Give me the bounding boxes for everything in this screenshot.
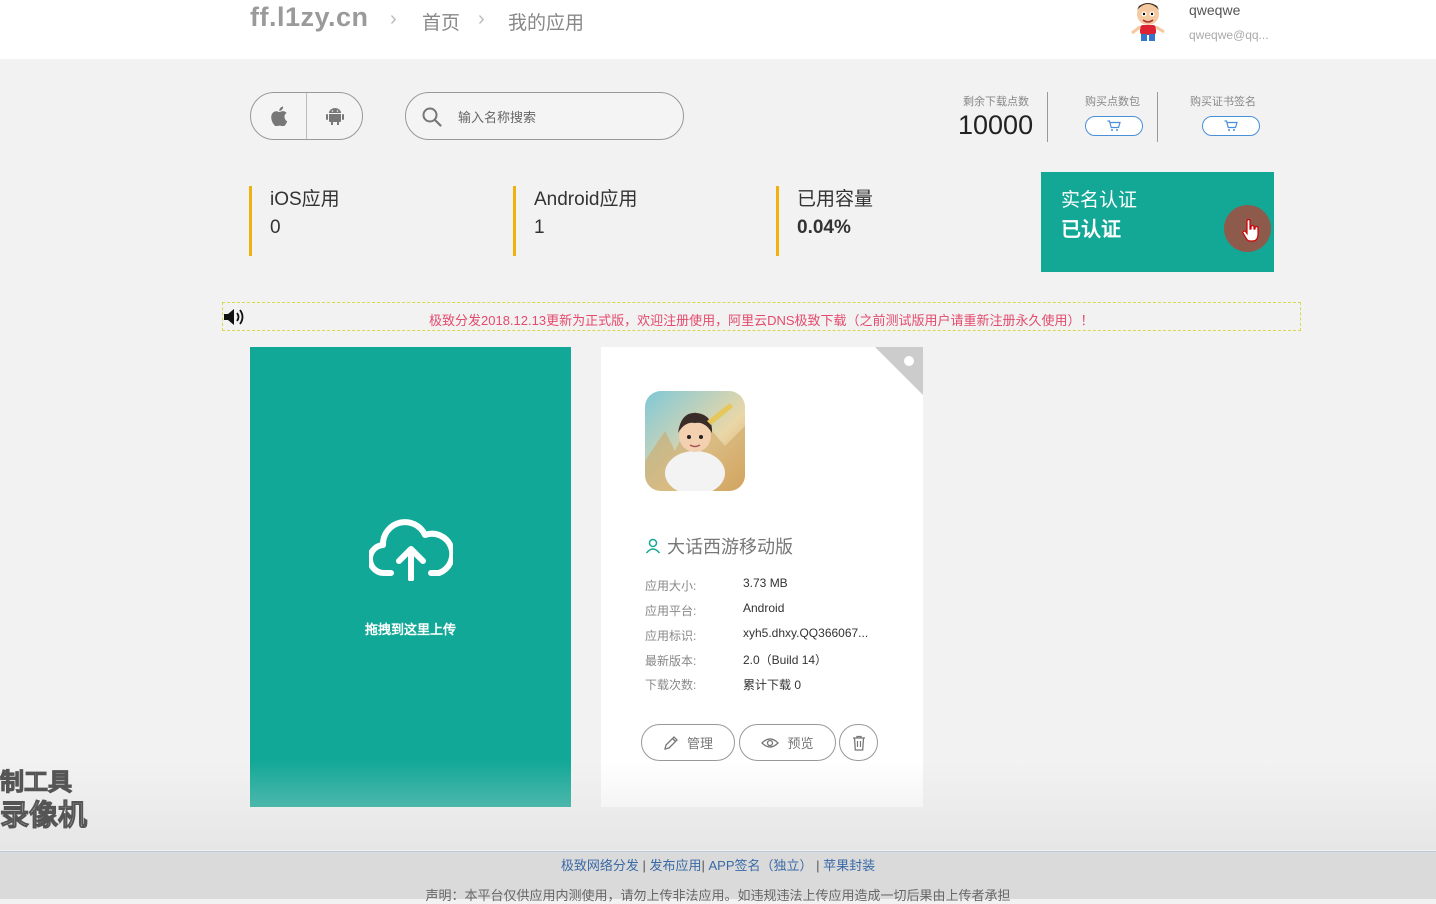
cloud-upload-icon	[369, 519, 453, 581]
preview-label: 预览	[787, 736, 814, 751]
footer-link-distribution[interactable]: 极致网络分发	[561, 858, 639, 873]
android-app-count: Android应用 1	[513, 186, 743, 256]
ios-app-label: iOS应用	[270, 189, 340, 210]
footer-link-publish[interactable]: 发布应用	[649, 858, 701, 873]
android-icon	[325, 108, 344, 125]
info-value-version: 2.0（Build 14）	[743, 653, 828, 667]
verification-card[interactable]: 实名认证 已认证	[1041, 172, 1274, 272]
pencil-icon	[664, 735, 678, 750]
avatar[interactable]	[1126, 0, 1170, 44]
chevron-right-icon: ›	[390, 8, 397, 30]
trash-icon	[852, 735, 865, 751]
top-bar: ff.l1zy.cn › 首页 › 我的应用 qweqwe qweqwe@qq.…	[0, 0, 1436, 59]
user-outline-icon	[645, 538, 661, 554]
app-icon[interactable]	[645, 391, 745, 491]
footer-separator: |	[701, 858, 705, 873]
footer-links: 极致网络分发 | 发布应用| APP签名（独立） | 苹果封装	[0, 855, 1436, 874]
footer-disclaimer: 声明：本平台仅供应用内测使用，请勿上传非法应用。如违规违法上传应用造成一切后果由…	[425, 888, 1011, 903]
info-key-downloads: 下载次数:	[645, 678, 697, 692]
ios-filter-button[interactable]	[251, 93, 306, 139]
announcement-text: 极致分发2018.12.13更新为正式版，欢迎注册使用，阿里云DNS极致下载（之…	[429, 313, 1094, 328]
search-input[interactable]	[456, 105, 670, 129]
manage-label: 管理	[686, 736, 713, 751]
cursor-highlight	[1224, 205, 1271, 252]
verification-label: 实名认证	[1061, 190, 1138, 211]
footer-separator: |	[816, 858, 820, 873]
hand-cursor-icon	[1242, 219, 1259, 242]
chevron-right-icon: ›	[478, 8, 485, 30]
info-key-version: 最新版本:	[645, 654, 697, 668]
search-box	[405, 92, 684, 140]
user-name[interactable]: qweqwe	[1189, 2, 1240, 18]
info-value-downloads: 累计下载 0	[743, 678, 802, 692]
android-app-label: Android应用	[534, 189, 638, 210]
ios-app-count: iOS应用 0	[249, 186, 479, 256]
verification-status: 已认证	[1061, 219, 1121, 241]
upload-dropzone[interactable]: 拖拽到这里上传	[250, 347, 571, 807]
user-email: qweqwe@qq...	[1189, 28, 1269, 42]
upload-label: 拖拽到这里上传	[364, 622, 456, 637]
app-name[interactable]: 大话西游移动版	[645, 533, 793, 559]
preview-button[interactable]: 预览	[739, 724, 836, 761]
remaining-points-value: 10000	[958, 110, 1034, 140]
android-app-value: 1	[534, 217, 545, 238]
storage-label: 已用容量	[797, 189, 874, 210]
info-value-size: 3.73 MB	[743, 576, 788, 590]
footer-link-app-sign[interactable]: APP签名（独立）	[709, 858, 813, 873]
app-name-text: 大话西游移动版	[667, 537, 793, 557]
storage-usage: 已用容量 0.04%	[776, 186, 1006, 256]
android-filter-button[interactable]	[306, 93, 362, 139]
footer-link-apple-wrap[interactable]: 苹果封装	[823, 858, 875, 873]
eye-icon	[761, 737, 780, 748]
search-icon	[422, 107, 442, 127]
site-logo[interactable]: ff.l1zy.cn	[250, 2, 369, 33]
footer: 极致网络分发 | 发布应用| APP签名（独立） | 苹果封装 声明：本平台仅供…	[0, 851, 1436, 903]
buy-cert-label: 购买证书签名	[1190, 96, 1256, 108]
info-key-size: 应用大小:	[645, 579, 697, 593]
info-key-bundle: 应用标识:	[645, 629, 697, 643]
announcement-bar: 极致分发2018.12.13更新为正式版，欢迎注册使用，阿里云DNS极致下载（之…	[222, 302, 1301, 331]
divider	[1157, 92, 1158, 142]
breadcrumb-my-apps[interactable]: 我的应用	[508, 8, 584, 35]
divider	[1047, 92, 1048, 142]
overlay-fade	[0, 760, 1436, 850]
platform-toggle	[250, 92, 363, 140]
info-key-platform: 应用平台:	[645, 604, 697, 618]
footer-separator: |	[642, 858, 646, 873]
storage-value: 0.04%	[797, 217, 851, 238]
speaker-icon	[224, 309, 244, 325]
buy-points-button[interactable]	[1085, 116, 1143, 136]
watermark-line-2: 录像机	[0, 800, 88, 833]
buy-points-label: 购买点数包	[1085, 96, 1140, 108]
buy-cert-button[interactable]	[1202, 116, 1260, 136]
app-card: 大话西游移动版 应用大小: 3.73 MB 应用平台: Android 应用标识…	[601, 347, 923, 807]
manage-button[interactable]: 管理	[641, 724, 735, 761]
info-value-platform: Android	[743, 601, 785, 615]
cart-icon	[1224, 120, 1238, 131]
ios-app-value: 0	[270, 217, 281, 238]
breadcrumb-home[interactable]: 首页	[422, 8, 460, 35]
remaining-points-label: 剩余下载点数	[963, 96, 1029, 108]
delete-button[interactable]	[839, 724, 878, 761]
info-value-bundle: xyh5.dhxy.QQ366067...	[743, 626, 869, 640]
apple-icon	[270, 106, 287, 126]
cart-icon	[1107, 120, 1121, 131]
pin-icon	[904, 356, 914, 366]
